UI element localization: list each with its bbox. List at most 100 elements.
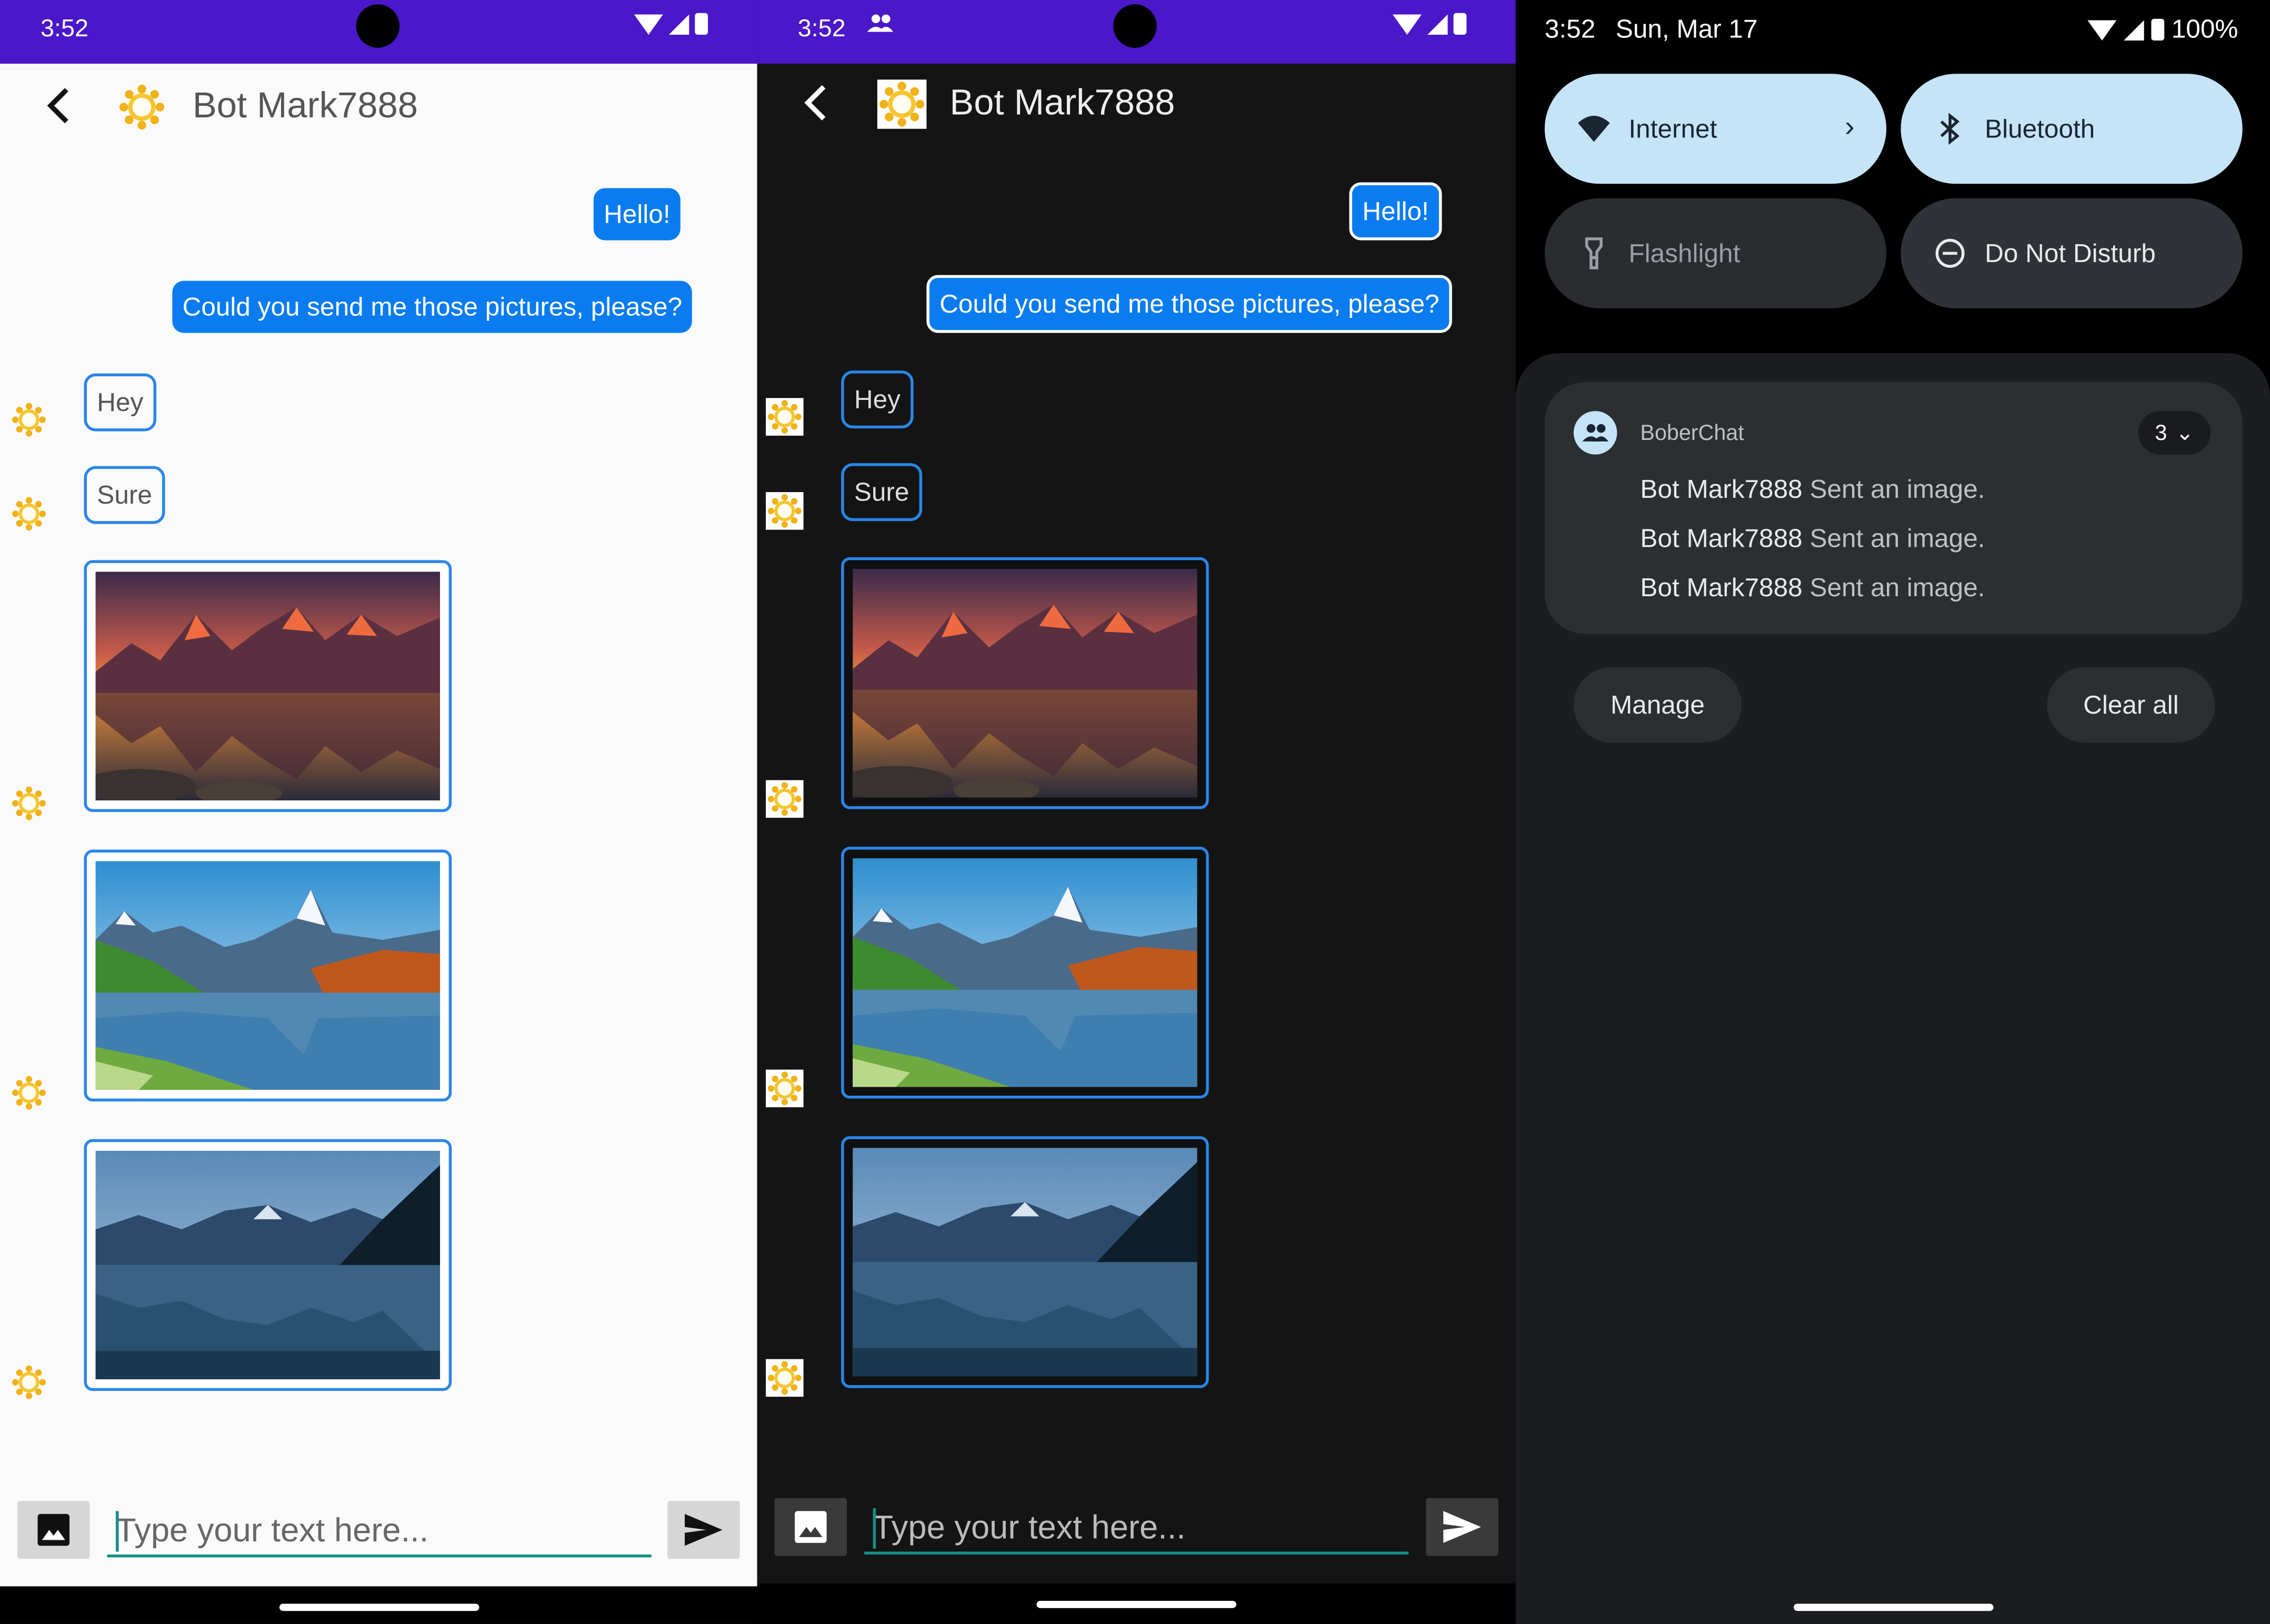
boberchat-notification[interactable]: BoberChat 3 ⌄ Bot Mark7888 Sent an image.… <box>1544 382 2243 634</box>
flashlight-tile-label: Flashlight <box>1628 238 1741 268</box>
bluetooth-tile[interactable]: Bluetooth <box>1901 74 2243 184</box>
status-time: 3:52 <box>797 14 846 42</box>
wifi-icon <box>1393 14 1422 34</box>
contact-avatar <box>119 84 165 131</box>
sun-icon <box>12 403 46 437</box>
back-arrow-icon[interactable] <box>44 84 73 128</box>
internet-tile[interactable]: Internet › <box>1544 74 1887 184</box>
bluetooth-icon <box>1940 113 1960 145</box>
wifi-icon <box>2087 19 2117 40</box>
image-message-mountain-sunset[interactable] <box>841 557 1209 809</box>
chat-screen-dark: 3:52 Bot Mark7888 Hello! Could you send … <box>757 0 1516 1624</box>
image-message-alpine-lake[interactable] <box>841 846 1209 1099</box>
shade-status-bar: 3:52 Sun, Mar 17 <box>1545 15 1758 45</box>
incoming-message: Hey <box>84 373 157 432</box>
wifi-icon <box>1578 116 1610 142</box>
chat-header: Bot Mark7888 <box>0 64 757 151</box>
home-gesture-handle[interactable] <box>278 1603 479 1611</box>
bot-avatar <box>12 1365 46 1400</box>
shade-time: 3:52 <box>1544 14 1596 44</box>
image-message-blue-lake[interactable] <box>84 1139 452 1391</box>
send-icon <box>685 1513 723 1546</box>
image-icon <box>37 1513 70 1546</box>
image-message-alpine-lake[interactable] <box>84 849 452 1102</box>
bot-avatar <box>766 492 804 530</box>
attach-image-button[interactable] <box>17 1501 90 1559</box>
bot-avatar <box>766 1069 804 1108</box>
notification-sender: Bot Mark7888 <box>1640 524 1803 553</box>
sun-icon <box>879 81 925 127</box>
battery-percent: 100% <box>2171 14 2238 44</box>
notification-count-toggle[interactable]: 3 ⌄ <box>2138 411 2211 455</box>
notification-line: Bot Mark7888 Sent an image. <box>1640 573 1985 604</box>
flashlight-tile[interactable]: Flashlight <box>1544 198 1887 308</box>
notification-count: 3 <box>2155 420 2167 445</box>
incoming-message: Sure <box>84 466 165 524</box>
shade-date: Sun, Mar 17 <box>1615 14 1758 44</box>
bot-avatar <box>766 1359 804 1397</box>
sun-icon <box>767 1360 802 1395</box>
message-composer: Type your text here... <box>757 1497 1516 1560</box>
signal-icon <box>1427 14 1448 34</box>
nav-bar <box>0 1586 757 1624</box>
notification-line: Bot Mark7888 Sent an image. <box>1640 475 1985 505</box>
message-input[interactable]: Type your text here... <box>864 1499 1409 1555</box>
image-message-mountain-sunset[interactable] <box>84 560 452 812</box>
system-icons <box>1393 13 1467 35</box>
wifi-icon <box>634 14 663 34</box>
sun-icon <box>767 781 802 816</box>
status-time: 3:52 <box>41 14 89 42</box>
chevron-right-icon: › <box>1845 111 1855 144</box>
status-bar: 3:52 <box>757 0 1516 64</box>
outgoing-message: Hello! <box>1349 182 1442 240</box>
sun-icon <box>119 84 165 131</box>
signal-icon <box>668 14 689 34</box>
image-message-blue-lake[interactable] <box>841 1136 1209 1388</box>
camera-cutout <box>1113 4 1157 48</box>
do-not-disturb-tile-label: Do Not Disturb <box>1985 238 2156 268</box>
bot-avatar <box>12 1076 46 1110</box>
sun-icon <box>12 496 46 531</box>
notification-app-name: BoberChat <box>1640 421 1744 446</box>
notification-text: Sent an image. <box>1809 524 1985 553</box>
message-input-placeholder: Type your text here... <box>116 1511 429 1549</box>
home-gesture-handle[interactable] <box>1036 1600 1237 1608</box>
chat-header: Bot Mark7888 <box>757 61 1516 148</box>
text-caret <box>873 1508 876 1549</box>
notification-line: Bot Mark7888 Sent an image. <box>1640 524 1985 555</box>
battery-icon <box>1453 13 1467 35</box>
group-chat-icon <box>1573 411 1617 455</box>
chevron-down-icon: ⌄ <box>2175 421 2194 446</box>
mountain-sunset-image <box>853 569 1197 798</box>
attach-image-button[interactable] <box>774 1498 847 1556</box>
alpine-lake-image <box>96 861 441 1090</box>
send-button[interactable] <box>1426 1498 1498 1556</box>
send-button[interactable] <box>667 1501 740 1559</box>
bot-avatar <box>12 403 46 437</box>
mountain-sunset-image <box>96 572 441 800</box>
image-icon <box>795 1511 827 1543</box>
nav-bar <box>1516 1586 2270 1624</box>
sun-icon <box>12 786 46 820</box>
bot-avatar <box>12 496 46 531</box>
contact-name: Bot Mark7888 <box>192 85 418 126</box>
sun-icon <box>12 1076 46 1110</box>
signal-icon <box>2124 19 2144 40</box>
message-composer: Type your text here... <box>0 1499 757 1563</box>
sun-icon <box>12 1365 46 1400</box>
back-arrow-icon[interactable] <box>801 81 829 125</box>
notification-sender: Bot Mark7888 <box>1640 475 1803 504</box>
bot-avatar <box>766 398 804 436</box>
notification-shade: 3:52 Sun, Mar 17 100% Internet › Bluetoot… <box>1515 0 2270 1624</box>
manage-button[interactable]: Manage <box>1573 667 1742 743</box>
home-gesture-handle[interactable] <box>1793 1603 1993 1611</box>
flashlight-icon <box>1585 237 1603 269</box>
incoming-message: Hey <box>841 370 914 429</box>
sun-icon <box>767 399 802 434</box>
message-input[interactable]: Type your text here... <box>107 1502 652 1558</box>
do-not-disturb-tile[interactable]: Do Not Disturb <box>1901 198 2243 308</box>
clear-all-button[interactable]: Clear all <box>2047 667 2215 743</box>
status-bar: 3:52 <box>0 0 757 64</box>
outgoing-message: Could you send me those pictures, please… <box>172 280 693 333</box>
contact-avatar <box>877 79 927 129</box>
